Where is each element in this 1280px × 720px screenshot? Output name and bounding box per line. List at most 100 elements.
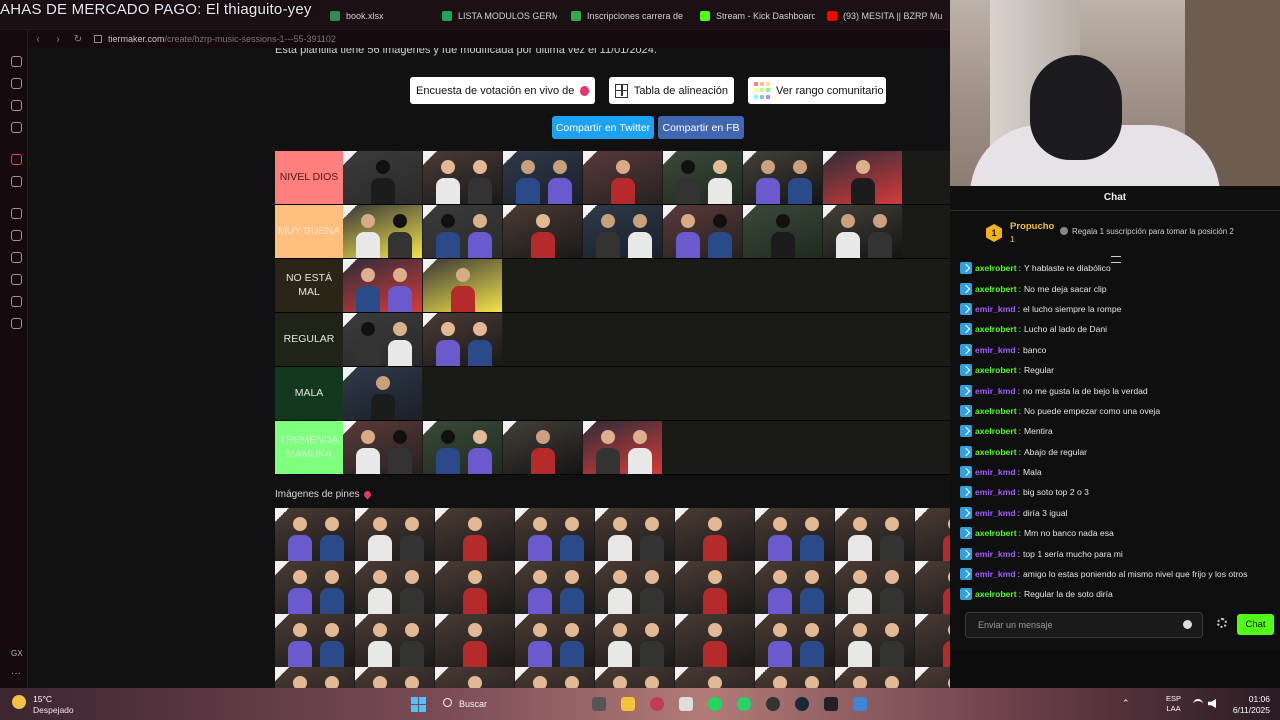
- pin-image[interactable]: [675, 508, 755, 561]
- wifi-icon[interactable]: [1193, 699, 1203, 707]
- tab-book[interactable]: book.xlsx: [330, 8, 430, 24]
- pin-image[interactable]: [915, 508, 950, 561]
- twitch-icon[interactable]: [11, 176, 22, 187]
- pin-image[interactable]: [675, 614, 755, 667]
- pin-image[interactable]: [355, 614, 435, 667]
- chat-username[interactable]: emir_kmd: [975, 549, 1016, 559]
- pin-image[interactable]: [755, 667, 835, 688]
- pin-image[interactable]: [675, 561, 755, 614]
- tier-image[interactable]: [343, 205, 423, 258]
- pin-image[interactable]: [595, 667, 675, 688]
- pin-image[interactable]: [515, 508, 595, 561]
- live-poll-button[interactable]: Encuesta de votación en vivo de: [410, 77, 595, 104]
- chat-username[interactable]: axelrobert: [975, 324, 1017, 334]
- weather-icon[interactable]: [12, 695, 26, 709]
- input-language[interactable]: ESP LAA: [1166, 694, 1181, 714]
- alignment-chart-button[interactable]: Tabla de alineación: [609, 77, 734, 104]
- pin-image[interactable]: [595, 614, 675, 667]
- tier-image[interactable]: [743, 151, 823, 204]
- pin-image[interactable]: [515, 667, 595, 688]
- tray-chevron-icon[interactable]: ⌃: [1122, 698, 1130, 709]
- tier-image[interactable]: [343, 151, 423, 204]
- pin-image[interactable]: [275, 561, 355, 614]
- pin-image[interactable]: [915, 614, 950, 667]
- tier-image[interactable]: [423, 313, 503, 366]
- pin-image[interactable]: [435, 508, 515, 561]
- taskbar-search-label[interactable]: Buscar: [459, 699, 487, 709]
- chat-username[interactable]: emir_kmd: [975, 569, 1016, 579]
- pin-icon[interactable]: [11, 230, 22, 241]
- tier-label[interactable]: TREMENDA MAMUKA: [275, 421, 343, 474]
- pin-image[interactable]: [595, 561, 675, 614]
- tier-image[interactable]: [663, 205, 743, 258]
- epic-games-icon[interactable]: [824, 697, 838, 711]
- tier-image[interactable]: [503, 151, 583, 204]
- notepad-icon[interactable]: [853, 697, 867, 711]
- pin-image[interactable]: [355, 508, 435, 561]
- file-explorer-icon[interactable]: [621, 697, 635, 711]
- tier-image[interactable]: [583, 205, 663, 258]
- pin-image[interactable]: [915, 667, 950, 688]
- chat-username[interactable]: axelrobert: [975, 447, 1017, 457]
- pin-image[interactable]: [835, 667, 915, 688]
- back-icon[interactable]: ‹: [28, 34, 48, 45]
- share-facebook-button[interactable]: Compartir en FB: [658, 116, 744, 139]
- history-icon[interactable]: [11, 252, 22, 263]
- twitch-alt-icon[interactable]: [11, 100, 22, 111]
- pin-image[interactable]: [755, 614, 835, 667]
- chat-username[interactable]: emir_kmd: [975, 345, 1016, 355]
- whatsapp-icon[interactable]: [737, 697, 751, 711]
- shop-icon[interactable]: [11, 78, 22, 89]
- pin-image[interactable]: [835, 561, 915, 614]
- store-icon[interactable]: [679, 697, 693, 711]
- chat-username[interactable]: emir_kmd: [975, 487, 1016, 497]
- task-view-icon[interactable]: [592, 697, 606, 711]
- url-field[interactable]: tiermaker.com/create/bzrp-music-sessions…: [108, 34, 336, 44]
- community-rank-button[interactable]: Ver rango comunitario: [748, 77, 886, 104]
- tier-label[interactable]: NIVEL DIOS: [275, 151, 343, 204]
- pin-image[interactable]: [675, 667, 755, 688]
- share-twitter-button[interactable]: Compartir en Twitter: [552, 116, 654, 139]
- pin-image[interactable]: [515, 614, 595, 667]
- tier-label[interactable]: REGULAR: [275, 313, 343, 366]
- chat-username[interactable]: axelrobert: [975, 528, 1017, 538]
- tab-inscripciones[interactable]: Inscripciones carrera de: [571, 8, 686, 24]
- tab-lista-modulos[interactable]: LISTA MODULOS GERMA: [442, 8, 557, 24]
- extensions-icon[interactable]: [11, 296, 22, 307]
- chat-message-input[interactable]: Enviar un mensaje: [965, 612, 1203, 638]
- pin-image[interactable]: [275, 508, 355, 561]
- reload-icon[interactable]: ↻: [68, 34, 88, 45]
- tier-image[interactable]: [743, 205, 823, 258]
- tier-image[interactable]: [503, 205, 583, 258]
- pin-image[interactable]: [595, 508, 675, 561]
- pin-image[interactable]: [755, 508, 835, 561]
- windows-start-icon[interactable]: [411, 697, 426, 712]
- chat-username[interactable]: emir_kmd: [975, 304, 1016, 314]
- tier-image[interactable]: [343, 313, 423, 366]
- tier-image[interactable]: [583, 151, 663, 204]
- chat-username[interactable]: axelrobert: [975, 406, 1017, 416]
- pin-image[interactable]: [515, 561, 595, 614]
- tier-image[interactable]: [343, 421, 423, 474]
- tier-image[interactable]: [423, 205, 503, 258]
- search-icon[interactable]: [443, 698, 452, 707]
- gift-leader-name[interactable]: Propucho: [1010, 221, 1054, 232]
- tier-image[interactable]: [823, 151, 903, 204]
- chat-username[interactable]: emir_kmd: [975, 467, 1016, 477]
- tier-image[interactable]: [423, 421, 503, 474]
- download-icon[interactable]: [11, 274, 22, 285]
- pin-image[interactable]: [435, 614, 515, 667]
- spotify-icon[interactable]: [708, 697, 722, 711]
- pin-image[interactable]: [835, 614, 915, 667]
- chat-username[interactable]: emir_kmd: [975, 386, 1016, 396]
- emoji-icon[interactable]: [1183, 620, 1192, 629]
- tier-label[interactable]: MUY BUENA: [275, 205, 343, 258]
- pin-image[interactable]: [835, 508, 915, 561]
- chat-username[interactable]: axelrobert: [975, 589, 1017, 599]
- opera-gx-icon[interactable]: [650, 697, 664, 711]
- tier-label[interactable]: NO ESTÁ MAL: [275, 259, 343, 312]
- forward-icon[interactable]: ›: [48, 34, 68, 45]
- steam-icon[interactable]: [795, 697, 809, 711]
- pin-image[interactable]: [275, 667, 355, 688]
- gift-promo-text[interactable]: Regala 1 suscripción para tomar la posic…: [1060, 227, 1234, 236]
